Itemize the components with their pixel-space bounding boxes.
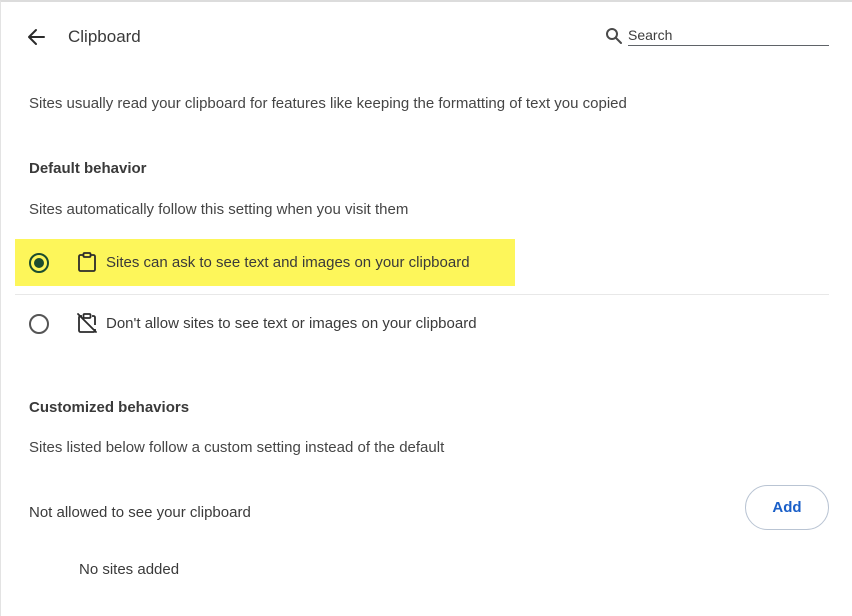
page-description: Sites usually read your clipboard for fe… [29,95,627,112]
page-title: Clipboard [68,27,141,46]
search-icon[interactable] [605,27,623,45]
back-button[interactable] [21,22,51,52]
customized-behaviors-subtext: Sites listed below follow a custom setti… [29,439,445,456]
option-allow-ask[interactable]: Sites can ask to see text and images on … [15,239,515,286]
settings-page: Clipboard Sites usually read your clipbo… [0,0,852,616]
option-block-label: Don't allow sites to see text or images … [106,315,477,332]
option-allow-ask-label: Sites can ask to see text and images on … [106,254,470,271]
add-button[interactable]: Add [745,485,829,530]
search-input[interactable] [628,24,829,46]
option-divider [15,294,829,295]
page-header: Clipboard [1,2,852,72]
radio-allow-ask[interactable] [29,253,49,273]
empty-list-text: No sites added [79,561,180,578]
customized-behaviors-heading: Customized behaviors [29,399,190,416]
option-block[interactable]: Don't allow sites to see text or images … [15,300,829,350]
not-allowed-label: Not allowed to see your clipboard [29,504,251,521]
clipboard-icon [78,252,96,272]
default-behavior-heading: Default behavior [29,160,147,177]
arrow-left-icon [28,29,45,45]
radio-block[interactable] [29,314,49,334]
clipboard-off-icon [77,313,97,333]
default-behavior-subtext: Sites automatically follow this setting … [29,201,409,218]
